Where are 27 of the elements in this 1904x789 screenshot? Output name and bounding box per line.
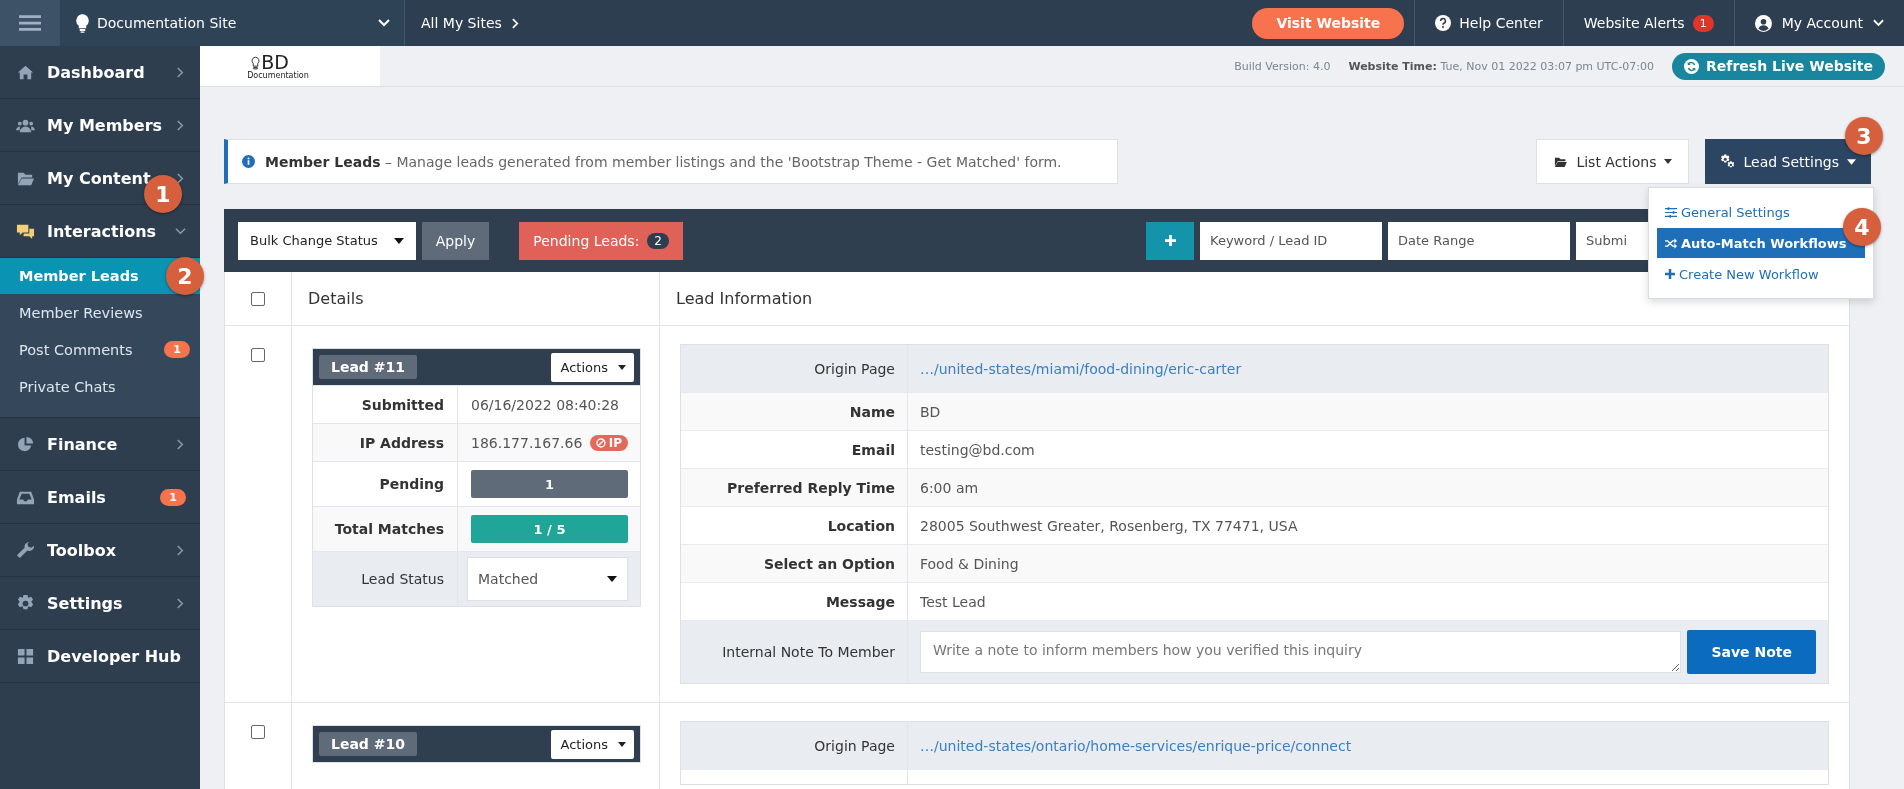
- field-label: IP Address: [313, 424, 458, 461]
- logo-text: BD: [261, 52, 289, 71]
- step-marker: 3: [1845, 117, 1883, 155]
- column-header: Details: [308, 289, 364, 308]
- logo-subtitle: Documentation: [247, 70, 309, 80]
- match-count: 1 / 5: [471, 515, 628, 543]
- field-value: 06/16/2022 08:40:28: [471, 396, 620, 413]
- count-badge: 2: [647, 232, 669, 249]
- field-label: Lead Status: [313, 552, 458, 606]
- ip-address: 186.177.167.66: [471, 434, 583, 451]
- lead-number: Lead #10: [319, 732, 417, 756]
- field-value: 6:00 am: [920, 479, 979, 496]
- count-badge: 1: [160, 488, 186, 506]
- field-value: testing@bd.com: [920, 441, 1035, 458]
- notice-text: Member Leads – Manage leads generated from member listings and the 'Bootstrap Theme - Get Matched' form.: [265, 153, 1062, 170]
- column-header: Lead Information: [676, 289, 813, 308]
- field-value: 28005 Southwest Greater, Rosenberg, TX 77471, USA: [920, 517, 1298, 534]
- field-value: Test Lead: [920, 593, 986, 610]
- count-badge: 1: [164, 341, 190, 358]
- field-value: BD: [920, 403, 941, 420]
- pending-count: 1: [471, 470, 628, 498]
- build-version: Build Version: 4.0: [1234, 59, 1331, 73]
- field-label: Internal Note To Member: [681, 621, 908, 683]
- alert-count-badge: 1: [1692, 14, 1714, 32]
- website-time: Website Time: Tue, Nov 01 2022 03:07 pm UTC-07:00: [1348, 59, 1655, 73]
- lead-number: Lead #11: [319, 355, 417, 379]
- field-value: Food & Dining: [920, 555, 1019, 572]
